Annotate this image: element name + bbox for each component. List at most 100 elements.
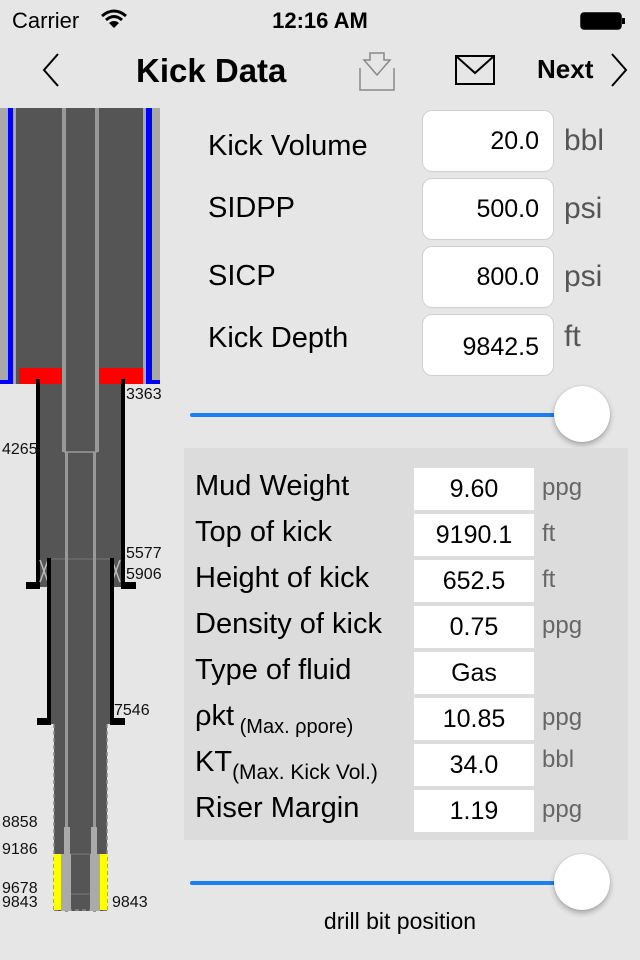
- result-row-rho-kt: ρkt (Max. ρpore) 10.85 ppg: [184, 698, 628, 740]
- result-label-text: Mud Weight: [195, 470, 350, 502]
- collar-left: [61, 854, 71, 911]
- result-row-top-of-kick: Top of kick 9190.1 ft: [184, 514, 628, 556]
- riser-inner-left: [13, 108, 16, 384]
- kick-volume-input[interactable]: 20.0: [422, 110, 554, 172]
- drill-bit-position-caption: drill bit position: [323, 908, 477, 934]
- result-row-type-of-fluid: Type of fluid Gas: [184, 652, 628, 694]
- sidpp-input[interactable]: 500.0: [422, 178, 554, 240]
- riser-annulus: [16, 108, 143, 384]
- bop-right: [98, 368, 143, 384]
- mail-icon[interactable]: [454, 54, 496, 86]
- kick-zone-left: [54, 854, 61, 910]
- riser-inner-right: [143, 108, 146, 384]
- result-label-text: Type of fluid: [195, 654, 352, 686]
- depth-label-bha-top: 8858: [2, 814, 38, 831]
- riser-margin-value: 1.19: [414, 790, 534, 832]
- drill-bit-slider-track[interactable]: [190, 881, 582, 885]
- result-label: ρkt (Max. ρpore): [195, 700, 353, 738]
- kick-tolerance-value: 34.0: [414, 744, 534, 786]
- kick-depth-input[interactable]: 9842.5: [422, 314, 554, 376]
- casing-1-shoe-left: [26, 582, 40, 589]
- casing-1-left: [36, 379, 40, 587]
- next-chevron-icon[interactable]: [608, 50, 632, 90]
- result-label: Type of fluid: [195, 654, 351, 687]
- sidpp-unit: psi: [564, 192, 603, 225]
- result-row-density-of-kick: Density of kick 0.75 ppg: [184, 606, 628, 648]
- wellbore-diagram: 3363 4265 5577 5906 7546 8858 9186 9678 …: [0, 108, 180, 920]
- mud-weight-value[interactable]: 9.60: [414, 468, 534, 510]
- results-panel: Mud Weight 9.60 ppg Top of kick 9190.1 f…: [184, 448, 628, 840]
- kick-depth-slider-track[interactable]: [190, 413, 582, 417]
- kick-depth-slider[interactable]: [190, 384, 610, 444]
- result-unit: ppg: [542, 796, 583, 823]
- depth-label-casing1-shoe: 5906: [126, 566, 162, 583]
- next-button[interactable]: Next: [537, 54, 593, 85]
- riser-line-left: [8, 108, 13, 384]
- depth-label-casing1-top: 3363: [126, 386, 162, 403]
- back-chevron-icon[interactable]: [36, 50, 66, 90]
- result-unit: bbl: [542, 746, 575, 773]
- riser-base-left: [0, 380, 13, 384]
- depth-label-kick-top: 9186: [2, 841, 38, 858]
- battery-icon: [580, 12, 625, 30]
- casing-1-annulus: [40, 384, 121, 587]
- height-of-kick-value: 652.5: [414, 560, 534, 602]
- sicp-row: SICP 800.0 psi: [208, 246, 628, 308]
- result-label: Height of kick: [195, 562, 369, 595]
- drillpipe-wall-right-upper: [95, 108, 99, 452]
- status-bar: Carrier 12:16 AM: [0, 0, 640, 40]
- kick-depth-row: Kick Depth 9842.5 ft: [208, 314, 628, 376]
- result-unit: ft: [542, 520, 556, 547]
- sicp-input[interactable]: 800.0: [422, 246, 554, 308]
- result-label-text: ρkt: [195, 700, 235, 732]
- density-of-kick-value: 0.75: [414, 606, 534, 648]
- result-label: Density of kick: [195, 608, 382, 641]
- casing-2-shoe-left: [37, 718, 51, 725]
- result-row-kick-tolerance: KT(Max. Kick Vol.) 34.0 bbl: [184, 744, 628, 786]
- casing-2-left: [47, 558, 51, 724]
- result-label-text: KT: [195, 746, 233, 778]
- casing-2-annulus: [51, 558, 110, 724]
- kick-volume-label: Kick Volume: [208, 130, 368, 162]
- drill-bit-slider-thumb[interactable]: [554, 854, 610, 910]
- collar-right: [90, 854, 100, 911]
- drill-bit-position-slider[interactable]: [190, 852, 610, 912]
- result-label-text: Density of kick: [195, 608, 382, 640]
- type-of-fluid-value: Gas: [414, 652, 534, 694]
- depth-label-pipe-crossover: 4265: [2, 441, 38, 458]
- result-unit: ppg: [542, 474, 583, 501]
- depth-label-liner-top: 5577: [126, 545, 162, 562]
- result-row-riser-margin: Riser Margin 1.19 ppg: [184, 790, 628, 832]
- riser-wall-right: [152, 108, 160, 380]
- riser-line-right: [146, 108, 152, 384]
- kick-zone-right: [100, 854, 107, 910]
- result-label: Top of kick: [195, 516, 332, 549]
- result-label-text: Height of kick: [195, 562, 370, 594]
- result-unit: ppg: [542, 704, 583, 731]
- result-label-text: Riser Margin: [195, 792, 360, 824]
- depth-label-hole-depth: 9843: [112, 894, 148, 911]
- result-label: KT(Max. Kick Vol.): [195, 746, 378, 784]
- kick-depth-label: Kick Depth: [208, 322, 349, 354]
- riser-base-right: [146, 380, 160, 384]
- kick-volume-unit: bbl: [564, 124, 605, 157]
- rho-kt-value: 10.85: [414, 698, 534, 740]
- clock: 12:16 AM: [272, 8, 368, 33]
- casing-2-right: [110, 558, 114, 724]
- result-sublabel: (Max. Kick Vol.): [232, 761, 378, 784]
- export-icon[interactable]: [356, 50, 398, 92]
- result-unit: ft: [542, 566, 556, 593]
- drillpipe-wall-left-upper: [62, 108, 66, 452]
- casing-1-right: [121, 379, 125, 587]
- sidpp-row: SIDPP 500.0 psi: [208, 178, 628, 240]
- wellbore-graphic: [0, 108, 160, 912]
- sidpp-label: SIDPP: [208, 192, 296, 224]
- kick-depth-unit: ft: [564, 320, 581, 353]
- page-title: Kick Data: [136, 52, 287, 89]
- result-label-text: Top of kick: [195, 516, 332, 548]
- result-row-mud-weight: Mud Weight 9.60 ppg: [184, 468, 628, 510]
- result-sublabel: (Max. ρpore): [234, 716, 354, 738]
- depth-label-casing2-shoe: 7546: [114, 702, 150, 719]
- sicp-label: SICP: [208, 260, 276, 292]
- kick-depth-slider-thumb[interactable]: [554, 386, 610, 442]
